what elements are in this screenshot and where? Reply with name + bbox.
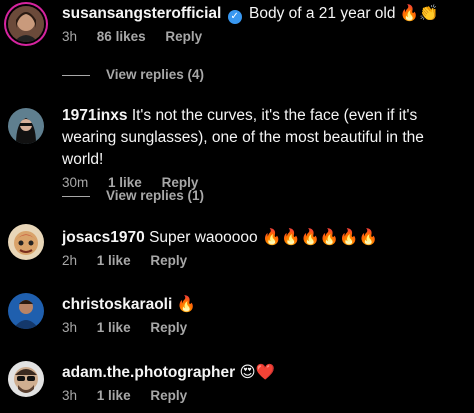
comment-username[interactable]: josacs1970: [62, 229, 145, 246]
profile-photo-icon: [8, 108, 44, 144]
divider-line: [62, 74, 90, 76]
comment-text: 🔥: [176, 296, 196, 313]
comment-time: 3h: [62, 29, 78, 44]
reply-button[interactable]: Reply: [150, 388, 187, 403]
reply-button[interactable]: Reply: [150, 253, 187, 268]
comment-time: 2h: [62, 253, 78, 268]
comment-username[interactable]: christoskaraoli: [62, 296, 172, 313]
profile-photo-icon: [8, 6, 44, 42]
comment-likes[interactable]: 1 like: [97, 388, 131, 403]
profile-photo-icon: [8, 293, 44, 329]
avatar[interactable]: [8, 361, 44, 397]
profile-illustration-icon: [8, 361, 44, 397]
divider-line: [62, 195, 90, 197]
comment-likes[interactable]: 1 like: [97, 320, 131, 335]
profile-illustration-icon: [8, 224, 44, 260]
comment-text: Body of a 21 year old 🔥👏: [248, 5, 439, 22]
comment-username[interactable]: 1971inxs: [62, 107, 128, 124]
comment-time: 3h: [62, 320, 78, 335]
comment-text: Super waooooo 🔥🔥🔥🔥🔥🔥: [149, 229, 378, 246]
view-replies-button[interactable]: View replies (4): [62, 67, 204, 82]
comment-username[interactable]: susansangsterofficial: [62, 5, 221, 22]
avatar[interactable]: [8, 224, 44, 260]
reply-button[interactable]: Reply: [150, 320, 187, 335]
avatar[interactable]: [8, 108, 44, 144]
comment-time: 3h: [62, 388, 78, 403]
comment-username[interactable]: adam.the.photographer: [62, 364, 235, 381]
comment-text: 😍❤️: [239, 364, 275, 381]
avatar[interactable]: [8, 293, 44, 329]
view-replies-button[interactable]: View replies (1): [62, 188, 204, 203]
reply-button[interactable]: Reply: [165, 29, 202, 44]
verified-badge-icon: ✓: [227, 10, 242, 24]
comment-likes[interactable]: 86 likes: [97, 29, 146, 44]
comment-likes[interactable]: 1 like: [97, 253, 131, 268]
avatar[interactable]: [8, 6, 44, 42]
